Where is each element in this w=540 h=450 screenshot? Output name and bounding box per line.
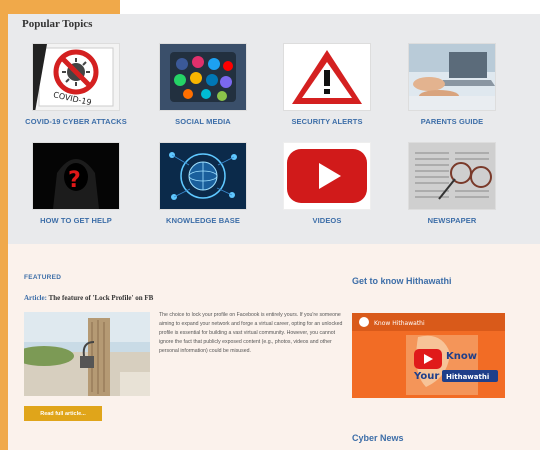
laptop-hands-icon	[408, 43, 496, 111]
popular-topics-section: Popular Topics COVID-19 COVID-19 CYBER A…	[8, 14, 540, 244]
hooded-question-icon: ?	[32, 142, 120, 210]
covid-virus-icon: COVID-19	[32, 43, 120, 111]
hithawathi-video-embed[interactable]: Know Hithawathi Know Your Hithawathi	[352, 313, 505, 398]
video-badge: Hithawathi	[446, 373, 489, 381]
topic-label: PARENTS GUIDE	[420, 117, 484, 126]
topic-tile-parents-guide[interactable]: PARENTS GUIDE	[397, 43, 507, 126]
warning-icon	[283, 43, 371, 111]
read-full-article-button[interactable]: Read full article...	[24, 406, 102, 421]
article-prefix: Article:	[24, 294, 47, 302]
popular-topics-title: Popular Topics	[22, 18, 93, 30]
cyber-news-heading: Cyber News	[352, 433, 404, 443]
topic-label: SOCIAL MEDIA	[175, 117, 231, 126]
topic-label: COVID-19 CYBER ATTACKS	[25, 117, 127, 126]
topic-tile-newspaper[interactable]: NEWSPAPER	[397, 142, 507, 225]
article-excerpt: The choice to lock your profile on Faceb…	[159, 312, 343, 354]
featured-section: FEATURED Article: The feature of 'Lock P…	[8, 244, 540, 450]
tech-globe-icon	[159, 142, 247, 210]
topic-tile-social-media[interactable]: SOCIAL MEDIA	[148, 43, 258, 126]
social-media-icon	[159, 43, 247, 111]
topic-label: SECURITY ALERTS	[291, 117, 363, 126]
topic-tile-videos[interactable]: VIDEOS	[272, 142, 382, 225]
topic-tile-how-to-get-help[interactable]: ? HOW TO GET HELP	[21, 142, 131, 225]
play-button-icon	[283, 142, 371, 210]
know-hithawathi-heading: Get to know Hithawathi	[352, 276, 452, 286]
orange-corner-accent	[0, 0, 120, 14]
topic-label: KNOWLEDGE BASE	[166, 216, 240, 225]
topic-tile-knowledge-base[interactable]: KNOWLEDGE BASE	[148, 142, 258, 225]
article-title[interactable]: The feature of 'Lock Profile' on FB	[49, 294, 154, 302]
svg-text:?: ?	[68, 168, 81, 193]
topic-label: HOW TO GET HELP	[40, 216, 112, 225]
topic-tile-security-alerts[interactable]: SECURITY ALERTS	[272, 43, 382, 126]
topic-label: NEWSPAPER	[427, 216, 477, 225]
article-title-line[interactable]: Article: The feature of 'Lock Profile' o…	[24, 294, 153, 302]
topic-label: VIDEOS	[312, 216, 342, 225]
featured-heading: FEATURED	[24, 274, 62, 281]
video-line2: Your	[413, 371, 439, 382]
orange-side-stripe	[0, 0, 8, 450]
topic-tile-covid[interactable]: COVID-19 COVID-19 CYBER ATTACKS	[21, 43, 131, 126]
video-channel-name: Know Hithawathi	[374, 320, 425, 327]
locked-post-icon[interactable]	[24, 312, 150, 396]
video-line1: Know	[446, 351, 477, 362]
newspaper-glasses-icon	[408, 142, 496, 210]
